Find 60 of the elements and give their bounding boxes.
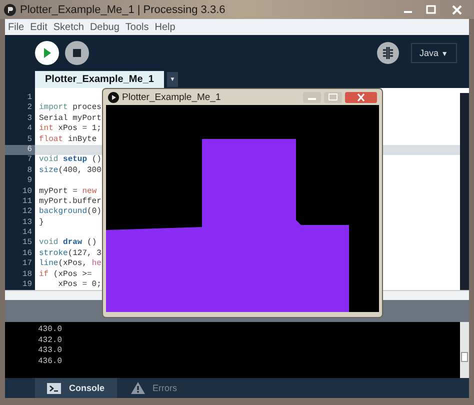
code-line: Serial myPort (39, 114, 102, 123)
app-icon (108, 92, 119, 102)
console-line: 433.0 (38, 346, 64, 356)
code-line: xPos = 0; (57, 280, 102, 290)
console-line: 436.0 (38, 356, 64, 367)
window-title: Plotter_Example_Me_1 | Processing 3.3.6 (20, 4, 226, 16)
window-title: Plotter_Example_Me_1 (122, 92, 221, 102)
menu-item[interactable]: Help (154, 22, 176, 32)
line-number: 2 (27, 103, 32, 112)
menu-item[interactable]: File (8, 22, 24, 32)
code-line: myPort.buffer (39, 196, 102, 206)
code-line: size(400, 300 (39, 166, 102, 175)
menu-item[interactable]: Tools (125, 22, 149, 32)
line-number: 4 (27, 124, 32, 134)
line-number: 12 (22, 207, 32, 216)
line-number: 5 (27, 134, 32, 144)
line-number: 16 (22, 248, 32, 258)
console-line: 430.0 (38, 325, 64, 336)
line-number: 3 (27, 114, 32, 123)
menu-item[interactable]: Sketch (53, 22, 84, 32)
console-tab[interactable]: Errors (118, 378, 190, 398)
line-number: 11 (22, 196, 32, 206)
menu-item[interactable]: Edit (30, 22, 48, 32)
editor-tab[interactable]: Plotter_Example_Me_1 (35, 71, 164, 88)
line-number: 7 (27, 155, 32, 164)
line-number: 9 (27, 176, 32, 186)
code-line: int xPos = 1; (39, 124, 102, 134)
terminal-icon (47, 382, 61, 394)
code-line: background(0) (39, 207, 102, 216)
code-line: void draw () (39, 238, 97, 248)
line-number: 8 (27, 166, 32, 175)
line-number: 1 (27, 93, 32, 102)
code-line: float inByte (39, 134, 97, 144)
run-button[interactable] (35, 40, 59, 64)
code-line: import proces (39, 103, 102, 112)
line-number: 6 (27, 144, 32, 154)
minimize-icon[interactable] (303, 92, 321, 102)
line-number: 17 (22, 259, 32, 268)
line-number: 18 (22, 270, 32, 279)
code-line: void setup () (39, 155, 102, 164)
line-number: 15 (22, 238, 32, 248)
line-number: 10 (22, 186, 32, 196)
code-line: if (xPos >= (39, 270, 92, 279)
debugger-icon[interactable] (376, 42, 399, 64)
code-line: } (39, 218, 44, 227)
console-line: 432.0 (38, 336, 64, 346)
stop-button[interactable] (65, 40, 89, 64)
menu-item[interactable]: Debug (90, 22, 120, 32)
code-line: line(xPos, he (39, 259, 102, 268)
code-line: stroke(127, 3 (39, 248, 102, 258)
line-number: 19 (22, 280, 32, 290)
vertical-scrollbar[interactable] (460, 322, 469, 378)
line-number: 14 (22, 228, 32, 238)
line-number: 13 (22, 218, 32, 227)
console-tab[interactable]: Console (35, 378, 117, 398)
app-icon (4, 4, 16, 16)
close-icon[interactable] (345, 92, 377, 102)
warning-icon (130, 382, 145, 394)
code-line: myPort = new (39, 186, 97, 196)
maximize-icon[interactable] (324, 92, 342, 102)
